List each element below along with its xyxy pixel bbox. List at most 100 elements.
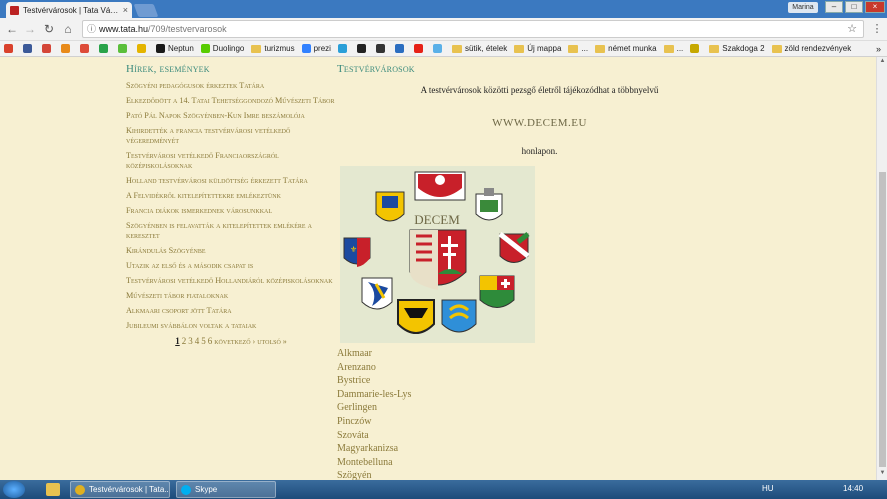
- page-scrollbar[interactable]: ▲ ▼: [876, 57, 887, 480]
- taskbar-task-button[interactable]: Testvérvárosok | Tata...: [70, 481, 170, 498]
- bookmark-item[interactable]: turizmus: [251, 44, 295, 53]
- news-item-link[interactable]: Utazik az első és a második csapat is: [126, 261, 336, 271]
- browser-tab-active[interactable]: Testvérvárosok | Tata Vá… ×: [6, 2, 132, 18]
- bookmark-favicon-icon: [4, 44, 13, 53]
- bookmark-item[interactable]: zöld rendezvények: [771, 44, 852, 53]
- news-item-link[interactable]: Elkezdődött a 14. Tatai Tehetséggondozó …: [126, 96, 336, 106]
- back-icon[interactable]: ←: [4, 21, 20, 37]
- news-item-link[interactable]: Jubileumi svábbálon voltak a tataiak: [126, 321, 336, 331]
- bookmark-item[interactable]: ...: [663, 44, 684, 53]
- bookmark-item[interactable]: német munka: [595, 44, 657, 53]
- news-item-link[interactable]: Szögyéni pedagógusok érkeztek Tatára: [126, 81, 336, 91]
- city-link[interactable]: Szögyén: [337, 469, 411, 480]
- city-link[interactable]: Bystrice: [337, 374, 411, 388]
- news-item-link[interactable]: Kihirdették a francia testvérvárosi veté…: [126, 126, 336, 146]
- pager-last-link[interactable]: utolsó »: [257, 337, 287, 346]
- browser-menu-icon[interactable]: ⋮: [871, 21, 883, 37]
- bookmark-item[interactable]: [137, 44, 149, 53]
- city-link[interactable]: Montebelluna: [337, 456, 411, 470]
- windows-taskbar: Testvérvárosok | Tata... Skype HU 14:40: [0, 480, 887, 499]
- pager-next-link[interactable]: következő ›: [214, 337, 255, 346]
- city-link[interactable]: Szováta: [337, 429, 411, 443]
- folder-icon: [451, 44, 462, 53]
- scroll-up-icon[interactable]: ▲: [879, 58, 886, 64]
- bookmark-item[interactable]: [690, 44, 702, 53]
- bookmark-item[interactable]: [99, 44, 111, 53]
- bookmark-item[interactable]: [375, 44, 388, 53]
- scroll-down-icon[interactable]: ▼: [879, 470, 886, 476]
- clock[interactable]: 14:40: [843, 484, 863, 493]
- pager-page-link[interactable]: 5: [201, 336, 206, 346]
- decem-link[interactable]: WWW.DECEM.EU: [337, 117, 742, 129]
- folder-icon: [663, 44, 674, 53]
- bookmark-favicon-icon: [337, 44, 347, 53]
- bookmarks-overflow-icon[interactable]: »: [876, 44, 881, 54]
- news-item-link[interactable]: Testvérvárosi vetélkedő Franciaországról…: [126, 151, 336, 171]
- bookmark-item[interactable]: [356, 44, 369, 53]
- pager-page-link[interactable]: 6: [208, 336, 213, 346]
- folder-icon: [251, 44, 262, 53]
- taskbar-task-button[interactable]: Skype: [176, 481, 276, 498]
- bookmark-favicon-icon: [690, 44, 700, 53]
- bookmark-favicon-icon: [42, 44, 51, 53]
- language-indicator[interactable]: HU: [762, 484, 774, 493]
- news-item-link[interactable]: Kirándulás Szögyénbe: [126, 246, 336, 256]
- bookmark-label: ...: [676, 44, 684, 53]
- reload-icon[interactable]: ↻: [41, 21, 57, 37]
- maximize-button[interactable]: □: [845, 1, 863, 13]
- bookmark-star-icon[interactable]: ☆: [847, 21, 857, 37]
- folder-icon: [568, 44, 579, 53]
- city-link[interactable]: Arenzano: [337, 361, 411, 375]
- profile-button[interactable]: Marina: [788, 2, 818, 13]
- crest-lower-left-icon: [361, 277, 393, 310]
- news-item-link[interactable]: Testvérvárosi vetélkedő Hollandiáról köz…: [126, 276, 336, 286]
- bookmark-item[interactable]: Neptun: [156, 44, 194, 53]
- bookmark-favicon-icon: [375, 44, 385, 53]
- news-item-link[interactable]: Szögyénben is felavatták a kitelepítette…: [126, 221, 336, 241]
- city-link[interactable]: Alkmaar: [337, 347, 411, 361]
- city-link[interactable]: Pinczów: [337, 415, 411, 429]
- bookmark-item[interactable]: [118, 44, 130, 53]
- pager-page-link[interactable]: 4: [195, 336, 200, 346]
- news-item-link[interactable]: A Felvidékről kitelepítettekre emlékeztü…: [126, 191, 336, 201]
- start-button[interactable]: [3, 481, 25, 498]
- pager-page-link[interactable]: 1: [175, 336, 180, 346]
- bookmark-item[interactable]: [42, 44, 54, 53]
- bookmark-item[interactable]: Új mappa: [514, 44, 561, 53]
- city-link[interactable]: Gerlingen: [337, 401, 411, 415]
- news-item-link[interactable]: Holland testvérvárosi küldöttség érkezet…: [126, 176, 336, 186]
- bookmark-item[interactable]: Duolingo: [200, 44, 244, 53]
- minimize-button[interactable]: –: [825, 1, 843, 13]
- bookmark-item[interactable]: ...: [568, 44, 588, 53]
- bookmark-item[interactable]: [4, 44, 16, 53]
- bookmark-item[interactable]: [432, 44, 445, 53]
- bookmark-item[interactable]: Szakdoga 2: [709, 44, 765, 53]
- bookmark-item[interactable]: prezi: [301, 44, 331, 53]
- bookmark-item[interactable]: sütik, ételek: [451, 44, 507, 53]
- scrollbar-thumb[interactable]: [879, 172, 886, 467]
- home-icon[interactable]: ⌂: [60, 21, 76, 37]
- news-item-link[interactable]: Francia diákok ismerkednek városunkkal: [126, 206, 336, 216]
- bookmark-label: zöld rendezvények: [784, 44, 852, 53]
- news-item-link[interactable]: Művészeti tábor fiataloknak: [126, 291, 336, 301]
- city-link[interactable]: Magyarkanizsa: [337, 442, 411, 456]
- bookmark-item[interactable]: [80, 44, 92, 53]
- bookmark-favicon-icon: [413, 44, 423, 53]
- close-window-button[interactable]: ×: [865, 1, 885, 13]
- city-link[interactable]: Dammarie-les-Lys: [337, 388, 411, 402]
- bookmark-item[interactable]: [394, 44, 407, 53]
- bookmark-item[interactable]: [413, 44, 426, 53]
- pager-page-link[interactable]: 2: [182, 336, 187, 346]
- tab-close-icon[interactable]: ×: [123, 5, 128, 15]
- bookmark-item[interactable]: [337, 44, 350, 53]
- pager-page-link[interactable]: 3: [188, 336, 193, 346]
- explorer-icon[interactable]: [46, 483, 60, 496]
- new-tab-button[interactable]: [133, 4, 159, 17]
- news-item-link[interactable]: Alkmaari csoport jött Tatára: [126, 306, 336, 316]
- site-info-icon[interactable]: ⓘ: [87, 21, 96, 37]
- forward-icon[interactable]: →: [22, 21, 38, 37]
- bookmark-item[interactable]: [61, 44, 73, 53]
- address-bar[interactable]: ⓘ www.tata.hu/709/testvervarosok ☆: [82, 20, 864, 38]
- news-item-link[interactable]: Pató Pál Napok Szögyénben-Kun Imre beszá…: [126, 111, 336, 121]
- bookmark-item[interactable]: [23, 44, 35, 53]
